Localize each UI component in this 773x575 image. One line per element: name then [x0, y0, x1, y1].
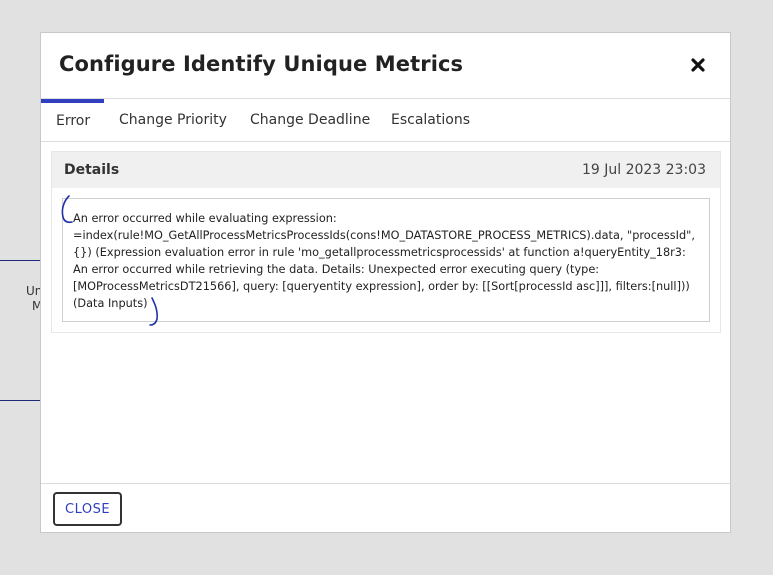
tab-change-priority[interactable]: Change Priority	[104, 99, 242, 141]
background-divider	[0, 260, 40, 261]
background-divider	[0, 400, 40, 401]
dialog-header: Configure Identify Unique Metrics	[41, 33, 730, 99]
configure-dialog: Configure Identify Unique Metrics Error …	[40, 32, 731, 533]
tab-bar: Error Change Priority Change Deadline Es…	[41, 99, 730, 142]
error-details-panel: Details 19 Jul 2023 23:03 An error occur…	[51, 151, 721, 333]
details-header: Details 19 Jul 2023 23:03	[52, 152, 720, 188]
error-message: An error occurred while evaluating expre…	[62, 198, 710, 322]
dialog-title: Configure Identify Unique Metrics	[59, 52, 464, 76]
tab-escalations[interactable]: Escalations	[376, 99, 485, 141]
close-button[interactable]: CLOSE	[53, 492, 123, 526]
tab-change-deadline[interactable]: Change Deadline	[235, 99, 385, 141]
details-label: Details	[64, 162, 120, 178]
details-timestamp: 19 Jul 2023 23:03	[581, 162, 706, 178]
dialog-footer: CLOSE	[41, 483, 730, 534]
close-icon[interactable]	[688, 55, 708, 75]
tab-error[interactable]: Error	[41, 99, 104, 141]
